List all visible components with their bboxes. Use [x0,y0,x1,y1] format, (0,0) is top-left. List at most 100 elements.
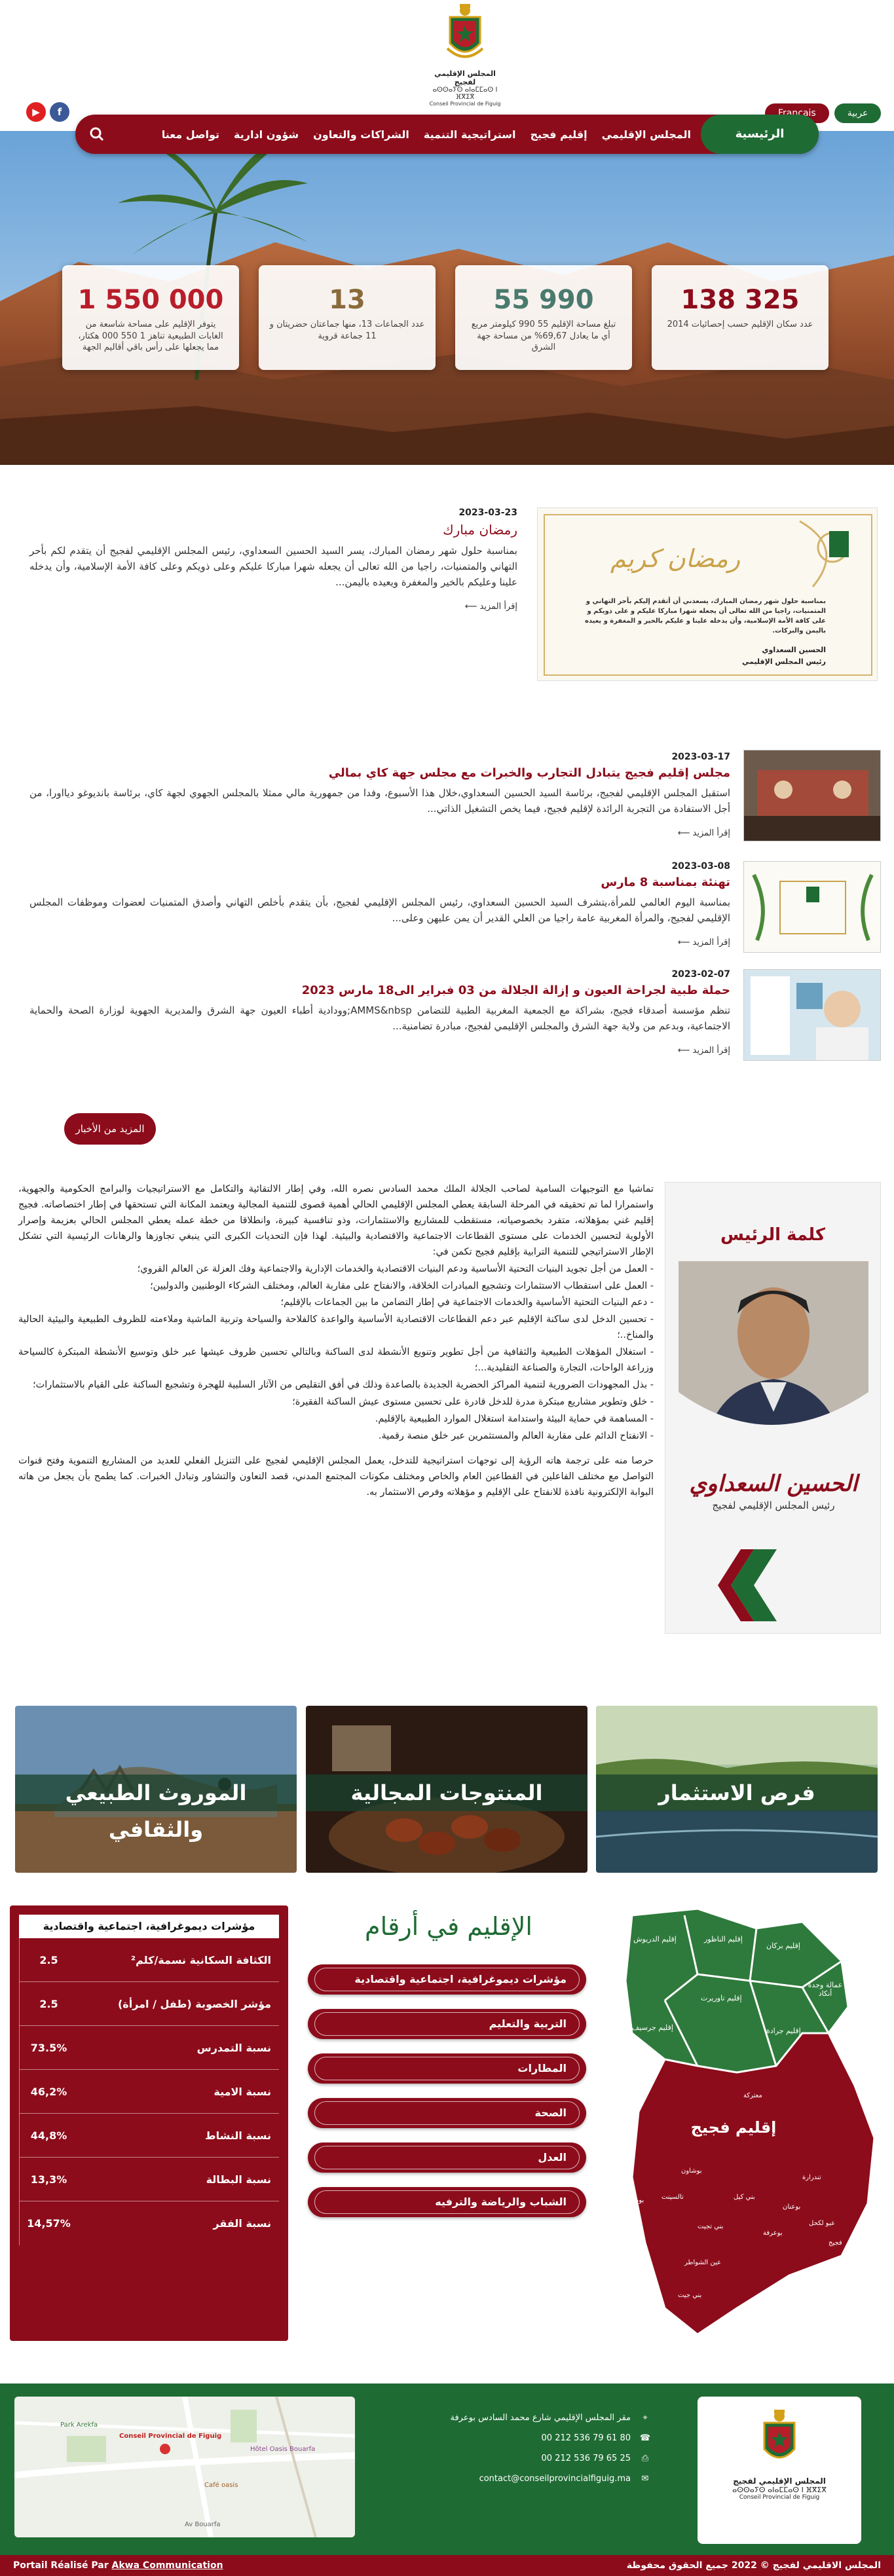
stat-communes: 13 عدد الجماعات 13، منها جماعتان حضريتان… [259,265,436,370]
indicator-label: مؤشر الخصوبة (طفل / امرأة) [117,1997,271,2010]
read-more-link[interactable]: إقرأ المزيد ⟵ [29,1046,730,1056]
indicator-label: الكثافة السكانية نسمة/كلم² [131,1953,271,1966]
news-date: 2023-02-07 [671,969,730,980]
credit-link[interactable]: Akwa Communication [112,2560,223,2571]
news-excerpt: تنظم مؤسسة أصدقاء فجيج، بشراكة مع الجمعي… [29,1004,730,1032]
map-town: معتركة [743,2092,762,2099]
president-paragraph: - بذل المجهودات الضرورية لتنمية المراكز … [32,1380,654,1391]
president-photo [679,1261,868,1444]
social-links: ▶ f [26,102,73,122]
location-icon: ⌖ [643,2413,648,2423]
figures-button-justice[interactable]: العدل [308,2143,586,2173]
read-more-link[interactable]: إقرأ المزيد ⟵ [29,602,517,612]
copyright-bar: Portail Réalisé Par Akwa Communication ا… [0,2555,894,2576]
news-item: 2023-03-17 مجلس إقليم فجيج يتبادل التجار… [29,752,730,838]
stat-population: 138 325 عدد سكان الإقليم حسب إحصائيات 20… [652,265,829,370]
credit-text: Portail Réalisé Par Akwa Communication [13,2555,223,2576]
logo-text-fr: Conseil Provincial de Figuig [429,101,501,107]
main-nav: الرئيسية المجلس الإقليمي إقليم فجيج استر… [75,115,819,154]
site-logo[interactable]: المجلس الإقليمي لفجيج ⴰⵙⵙⴰⵢⵙ ⴰⵏⴰⵎⵎⴰⵙ ⵏ ⴼ… [429,3,501,114]
map-town: بني كيل [734,2194,755,2201]
president-signature-name: الحسين السعداوي رئيس المجلس الإقليمي لفج… [665,1471,882,1511]
nav-item-partnerships[interactable]: الشراكات والتعاون [313,128,409,141]
nav-item-contact[interactable]: تواصل معنا [162,128,219,141]
indicator-value: 2.5 [19,1938,78,1981]
map-town: بني جيت [678,2292,702,2299]
read-more-link[interactable]: إقرأ المزيد ⟵ [29,938,730,948]
lang-ar-button[interactable]: عربية [834,103,882,123]
figures-button-education[interactable]: التربية والتعليم [308,2009,586,2039]
news-title[interactable]: تهنئة بمناسبة 8 مارس [29,875,730,889]
figures-button-youth[interactable]: الشباب والرياضة والترفيه [308,2187,586,2217]
nav-item-admin[interactable]: شؤون ادارية [234,128,299,141]
news-date: 2023-03-23 [458,507,517,518]
map-label: Hôtel Oasis Bouarfa [250,2446,316,2453]
map-town: بوعرفة [763,2230,783,2237]
table-row: 44,8% نسبة النشاط [19,2114,279,2158]
news-thumbnail[interactable] [743,750,881,841]
news-thumbnail[interactable] [743,861,881,953]
stat-description: عدد الجماعات 13، منها جماعتان حضريتان و … [269,320,425,341]
facebook-icon[interactable]: f [50,102,69,122]
map-label-province: إقليم بركان [766,1941,800,1950]
logo-text-ar: المجلس الإقليمي لفجيج [434,69,496,86]
province-map[interactable]: إقليم فجيج إقليم الدريوش إقليم الناظور إ… [606,1902,881,2341]
featured-news-image[interactable]: رمضان كريم بمناسبة حلول شهر رمضان المبار… [537,507,878,681]
page: { "header": { "logo_lines": ["المجلس الإ… [0,0,894,2576]
indicator-label: نسبة الفقر [213,2217,271,2230]
news-title[interactable]: مجلس إقليم فجيج يتبادل التجارب والخبرات … [29,766,730,780]
youtube-icon[interactable]: ▶ [26,102,46,122]
more-news-button[interactable]: المزيد من الأخبار [64,1113,156,1145]
map-town: تندرارة [802,2174,821,2181]
read-more-link[interactable]: إقرأ المزيد ⟵ [29,828,730,838]
map-label: Av Bouarfa [185,2521,221,2528]
news-title[interactable]: حملة طبية لجراحة العيون و إزالة الجلالة … [29,984,730,997]
footer-contact: ⌖ مقر المجلس الإقليمي شارع محمد السادس بو… [367,2413,652,2494]
nav-item-strategy[interactable]: استراتيجية التنمية [424,128,516,141]
read-more-label: إقرأ المزيد [479,602,517,612]
footer-map[interactable]: Park Arekfa Conseil Provincial de Figuig… [14,2397,355,2537]
footer-logo[interactable]: المجلس الإقليمي لفجيج ⴰⵙⵙⴰⵢⵙ ⴰⵏⴰⵎⵎⴰⵙ ⵏ ⴼ… [698,2397,861,2544]
card-heritage[interactable]: الموروث الطبيعي والثقافي [15,1706,297,1873]
contact-phone-text: 00 212 536 79 61 80 [541,2433,631,2443]
table-row: 73.5% نسبة التمدرس [19,2026,279,2070]
president-message: تماشيا مع التوجيهات السامية لصاحب الجلال… [18,1182,654,1502]
nav-item-province[interactable]: إقليم فجيج [530,128,587,141]
news-title[interactable]: رمضان مبارك [29,522,517,538]
indicator-value: 46,2% [19,2070,78,2113]
president-paragraph: - العمل على استقطاب الاستثمارات وتشجيع ا… [150,1280,654,1291]
figures-button-airports[interactable]: المطارات [308,2053,586,2084]
nav-item-council[interactable]: المجلس الإقليمي [602,128,691,141]
contact-fax[interactable]: ⎙ 00 212 536 79 65 25 [367,2454,652,2463]
figures-button-demographics[interactable]: مؤشرات ديموغرافية، اجتماعية واقتصادية [308,1964,586,1995]
contact-email-text: contact@conseilprovincialfiguig.ma [479,2474,631,2484]
news-date: 2023-03-17 [671,752,730,762]
figures-button-health[interactable]: الصحة [308,2098,586,2128]
contact-phone[interactable]: ☎ 00 212 536 79 61 80 [367,2433,652,2443]
indicator-value: 14,57% [19,2201,78,2245]
card-label: المنتوجات المجالية [306,1775,587,1811]
footer-logo-text-ar: المجلس الإقليمي لفجيج [733,2476,826,2486]
president-paragraph: - دعم البنيات التحتية الأساسية والخدمات … [280,1297,654,1308]
president-paragraph: - العمل من أجل تجويد البنيات التحتية الأ… [137,1263,654,1274]
table-row: 13,3% نسبة البطالة [19,2158,279,2201]
search-icon[interactable] [87,124,107,144]
indicator-label: نسبة النشاط [204,2129,271,2142]
site-footer: المجلس الإقليمي لفجيج ⴰⵙⵙⴰⵢⵙ ⴰⵏⴰⵎⵎⴰⵙ ⵏ ⴼ… [0,2383,894,2555]
president-paragraph: - خلق وتطوير مشاريع مبتكرة مدرة للدخل قا… [292,1396,654,1407]
president-paragraph: - تحسين الدخل لدى ساكنة الإقليم عبر دعم … [18,1314,654,1341]
emblem-icon [763,2410,796,2459]
news-item: 2023-03-08 تهنئة بمناسبة 8 مارس بمناسبة … [29,861,730,948]
logo-text-tifinagh: ⴰⵙⵙⴰⵢⵙ ⴰⵏⴰⵎⵎⴰⵙ ⵏ ⴼⴳⵉⴳ [432,86,498,101]
nav-home[interactable]: الرئيسية [701,115,819,154]
contact-address: ⌖ مقر المجلس الإقليمي شارع محمد السادس بو… [367,2413,652,2423]
president-paragraph: حرصا منه على ترجمة هاته الرؤية إلى توجها… [18,1455,654,1498]
nav-items: المجلس الإقليمي إقليم فجيج استراتيجية ال… [147,115,691,154]
news-thumbnail[interactable] [743,969,881,1061]
map-town: بوشاون [681,2167,702,2175]
card-products[interactable]: المنتوجات المجالية [306,1706,587,1873]
card-investment[interactable]: فرص الاستثمار [596,1706,878,1873]
map-label: Conseil Provincial de Figuig [119,2433,222,2440]
president-paragraph: - الانفتاح الدائم على مقاربة العالم والم… [378,1430,654,1441]
contact-email[interactable]: ✉ contact@conseilprovincialfiguig.ma [367,2474,652,2484]
